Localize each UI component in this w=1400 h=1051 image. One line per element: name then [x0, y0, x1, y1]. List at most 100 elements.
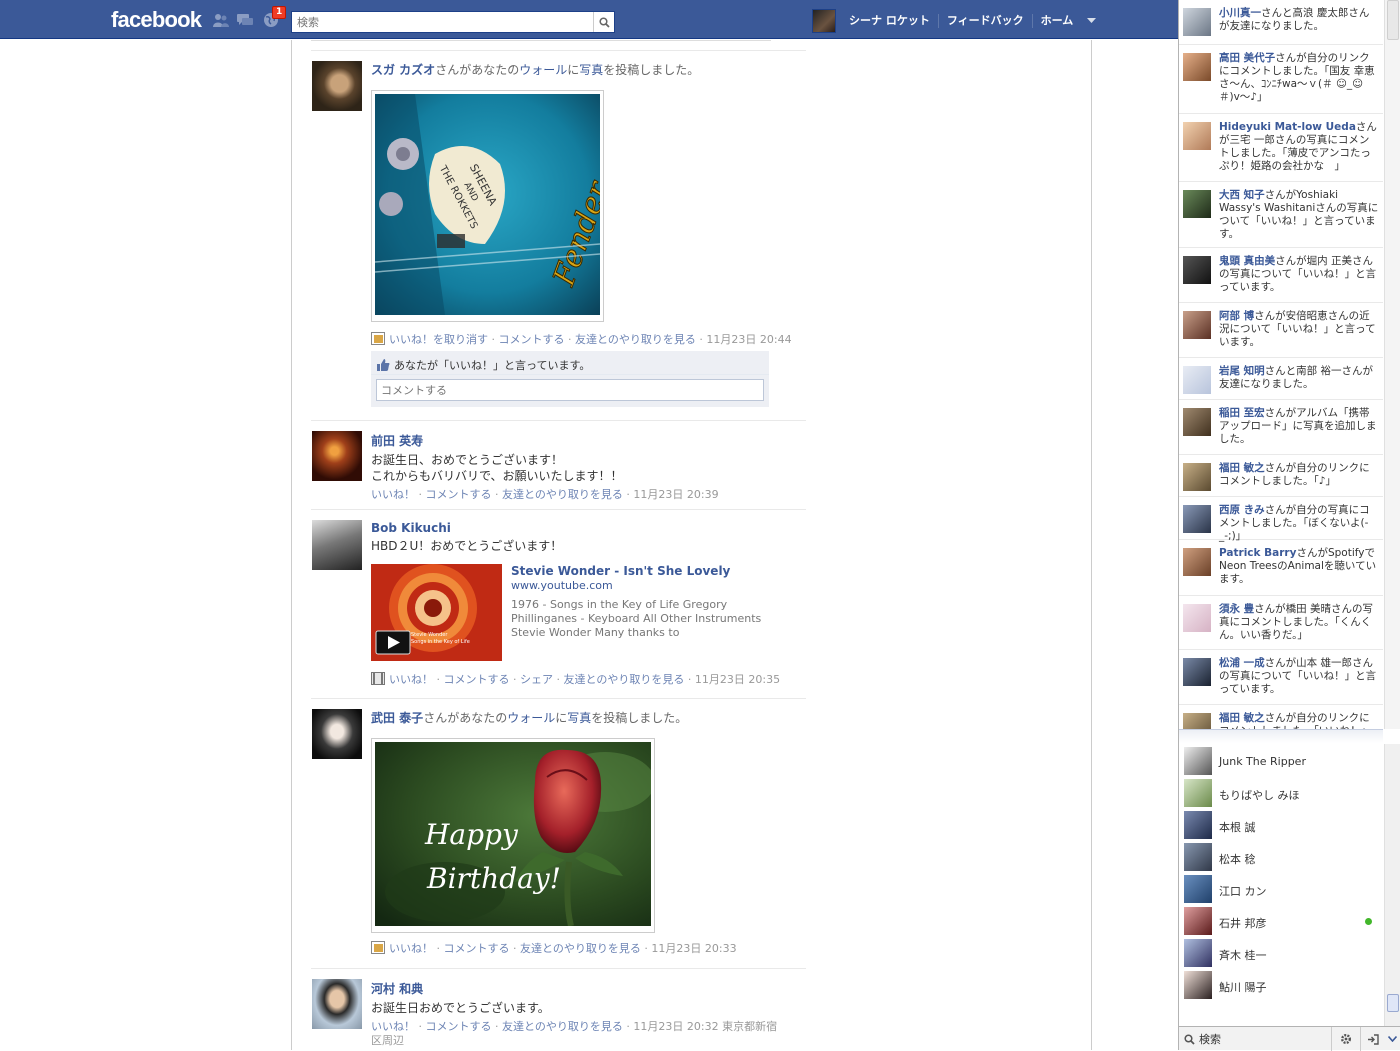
ticker-avatar[interactable]: [1183, 366, 1211, 394]
feedback-link[interactable]: フィードバック: [939, 14, 1033, 28]
see-friendship-link[interactable]: 友達とのやり取りを見る: [520, 942, 641, 955]
ticker-item[interactable]: 西原 きみさんが自分の写真にコメントしました。「ぼくないよ(-_-;)」: [1179, 497, 1383, 542]
comment-link[interactable]: コメントする: [444, 942, 510, 955]
unlike-link[interactable]: いいね！を取り消す: [389, 333, 488, 346]
chat-options-button[interactable]: [1331, 1027, 1359, 1051]
ticker-avatar[interactable]: [1183, 53, 1211, 81]
wall-link[interactable]: ウォール: [519, 63, 567, 77]
user-avatar[interactable]: [812, 9, 836, 33]
see-friendship-link[interactable]: 友達とのやり取りを見る: [564, 673, 685, 686]
friend-requests-icon[interactable]: [212, 12, 230, 28]
account-menu-button[interactable]: [1081, 11, 1101, 31]
story-timestamp[interactable]: 11月23日 20:39: [633, 488, 718, 501]
ticker-actor[interactable]: 福田 敏之: [1219, 712, 1265, 724]
photo-link[interactable]: 写真: [579, 63, 603, 77]
ticker-actor[interactable]: 高田 美代子: [1219, 52, 1275, 64]
ticker-actor[interactable]: 須永 豊: [1219, 603, 1254, 615]
comment-link[interactable]: コメントする: [444, 673, 510, 686]
comment-link[interactable]: コメントする: [426, 1020, 492, 1033]
chat-friend-row[interactable]: 鮎川 陽子: [1179, 970, 1383, 1000]
story-actor-link[interactable]: 武田 泰子: [371, 711, 423, 725]
chat-friend-row[interactable]: 江口 カン: [1179, 874, 1383, 904]
ticker-chat-divider[interactable]: [1179, 729, 1383, 743]
story-photo[interactable]: Happy Birthday!: [371, 738, 655, 933]
story-photo[interactable]: SHEENA AND THE ROKKETS Fender: [371, 90, 617, 322]
ticker-item[interactable]: 福田 敏之さんが自分のリンクにコメントしました。「♪」: [1179, 455, 1383, 497]
like-link[interactable]: いいね！: [389, 942, 433, 955]
like-link[interactable]: いいね！: [371, 1020, 415, 1033]
search-input[interactable]: [292, 12, 592, 32]
chat-friend-row[interactable]: 本根 誠: [1179, 810, 1383, 840]
chat-friend-row[interactable]: もりばやし みほ: [1179, 778, 1383, 808]
profile-link[interactable]: シーナ ロケット: [841, 14, 939, 28]
story-avatar[interactable]: [312, 61, 362, 111]
photo-link[interactable]: 写真: [567, 711, 591, 725]
story-actor-link[interactable]: Bob Kikuchi: [371, 521, 451, 535]
ticker-avatar[interactable]: [1183, 463, 1211, 491]
ticker-scrollbar[interactable]: [1384, 0, 1400, 729]
comment-link[interactable]: コメントする: [426, 488, 492, 501]
share-link[interactable]: シェア: [520, 673, 553, 686]
ticker-actor[interactable]: 小川真一: [1219, 7, 1261, 19]
facebook-logo[interactable]: facebook: [111, 7, 202, 33]
ticker-actor[interactable]: 松浦 一成: [1219, 657, 1265, 669]
story-actor-link[interactable]: 河村 和典: [371, 982, 423, 996]
ticker-actor[interactable]: 大西 知子: [1219, 189, 1265, 201]
chat-search[interactable]: 検索: [1182, 1030, 1330, 1048]
see-friendship-link[interactable]: 友達とのやり取りを見る: [575, 333, 696, 346]
ticker-avatar[interactable]: [1183, 658, 1211, 686]
ticker-item[interactable]: 高田 美代子さんが自分のリンクにコメントしました。「国友 幸恵さ〜ん、ｺﾝﾆﾁw…: [1179, 45, 1383, 114]
chat-scrollbar[interactable]: [1384, 744, 1400, 1026]
ticker-avatar[interactable]: [1183, 505, 1211, 533]
comment-link[interactable]: コメントする: [499, 333, 565, 346]
chat-friend-row[interactable]: 松本 稔: [1179, 842, 1383, 872]
notification-count-badge[interactable]: 1: [272, 6, 287, 19]
chat-scroll-thumb[interactable]: [1387, 994, 1399, 1012]
ticker-actor[interactable]: 鬼頭 真由美: [1219, 255, 1275, 267]
story-timestamp[interactable]: 11月23日 20:44: [706, 333, 791, 346]
chat-friend-row[interactable]: 石井 邦彦: [1179, 906, 1383, 936]
ticker-avatar[interactable]: [1183, 713, 1211, 729]
ticker-actor[interactable]: 阿部 博: [1219, 310, 1254, 322]
ticker-scroll-thumb[interactable]: [1387, 0, 1399, 40]
ticker-actor[interactable]: 岩尾 知明: [1219, 365, 1265, 377]
story-avatar[interactable]: [312, 520, 362, 570]
ticker-actor[interactable]: Patrick Barry: [1219, 547, 1296, 559]
ticker-avatar[interactable]: [1183, 256, 1211, 284]
story-timestamp[interactable]: 11月23日 20:33: [651, 942, 736, 955]
search-button[interactable]: [593, 12, 614, 32]
ticker-item[interactable]: 須永 豊さんが橋田 美晴さんの写真にコメントしました。「くんくん。いい香りだ。」: [1179, 596, 1383, 650]
chat-friend-row[interactable]: Junk The Ripper: [1179, 746, 1383, 776]
ticker-item[interactable]: 稲田 至宏さんがアルバム「携帯アップロード」に写真を追加しました。: [1179, 400, 1383, 455]
ticker-avatar[interactable]: [1183, 190, 1211, 218]
messages-icon[interactable]: [236, 12, 254, 28]
ticker-item[interactable]: Hideyuki Mat-low Uedaさんが三宅 一郎さんの写真にコメントし…: [1179, 114, 1383, 182]
ticker-item[interactable]: 鬼頭 真由美さんが堀内 正美さんの写真について「いいね！」と言っています。: [1179, 248, 1383, 303]
story-avatar[interactable]: [312, 979, 362, 1029]
ticker-avatar[interactable]: [1183, 311, 1211, 339]
ticker-avatar[interactable]: [1183, 548, 1211, 576]
story-avatar[interactable]: [312, 431, 362, 481]
story-avatar[interactable]: [312, 709, 362, 759]
chat-collapse-button[interactable]: [1384, 1027, 1400, 1051]
ticker-actor[interactable]: 稲田 至宏: [1219, 407, 1265, 419]
ticker-avatar[interactable]: [1183, 604, 1211, 632]
ticker-item[interactable]: 阿部 博さんが安倍昭恵さんの近況について「いいね！」と言っています。: [1179, 303, 1383, 358]
home-link[interactable]: ホーム: [1033, 14, 1082, 28]
chat-friend-row[interactable]: 斉木 桂一: [1179, 938, 1383, 968]
like-link[interactable]: いいね！: [371, 488, 415, 501]
ticker-item[interactable]: 小川真一さんと高浪 慶太郎さんが友達になりました。: [1179, 0, 1383, 45]
ticker-avatar[interactable]: [1183, 8, 1211, 36]
comment-input[interactable]: [376, 379, 764, 401]
ticker-item[interactable]: 福田 敏之さんが自分のリンクにコメントしました。「いいね！」と言っています。: [1179, 705, 1383, 729]
ticker-actor[interactable]: Hideyuki Mat-low Ueda: [1219, 121, 1356, 133]
story-actor-link[interactable]: 前田 英寿: [371, 434, 423, 448]
video-thumbnail[interactable]: Stevie Wonder Songs in the Key of Life: [371, 564, 502, 661]
chat-popout-button[interactable]: [1360, 1027, 1384, 1051]
story-timestamp[interactable]: 11月23日 20:32: [633, 1020, 718, 1033]
ticker-item[interactable]: 大西 知子さんがYoshiaki Wassy's Washitaniさんの写真に…: [1179, 182, 1383, 248]
story-timestamp[interactable]: 11月23日 20:35: [695, 673, 780, 686]
ticker-actor[interactable]: 西原 きみ: [1219, 504, 1265, 516]
like-link[interactable]: いいね！: [389, 673, 433, 686]
wall-link[interactable]: ウォール: [507, 711, 555, 725]
